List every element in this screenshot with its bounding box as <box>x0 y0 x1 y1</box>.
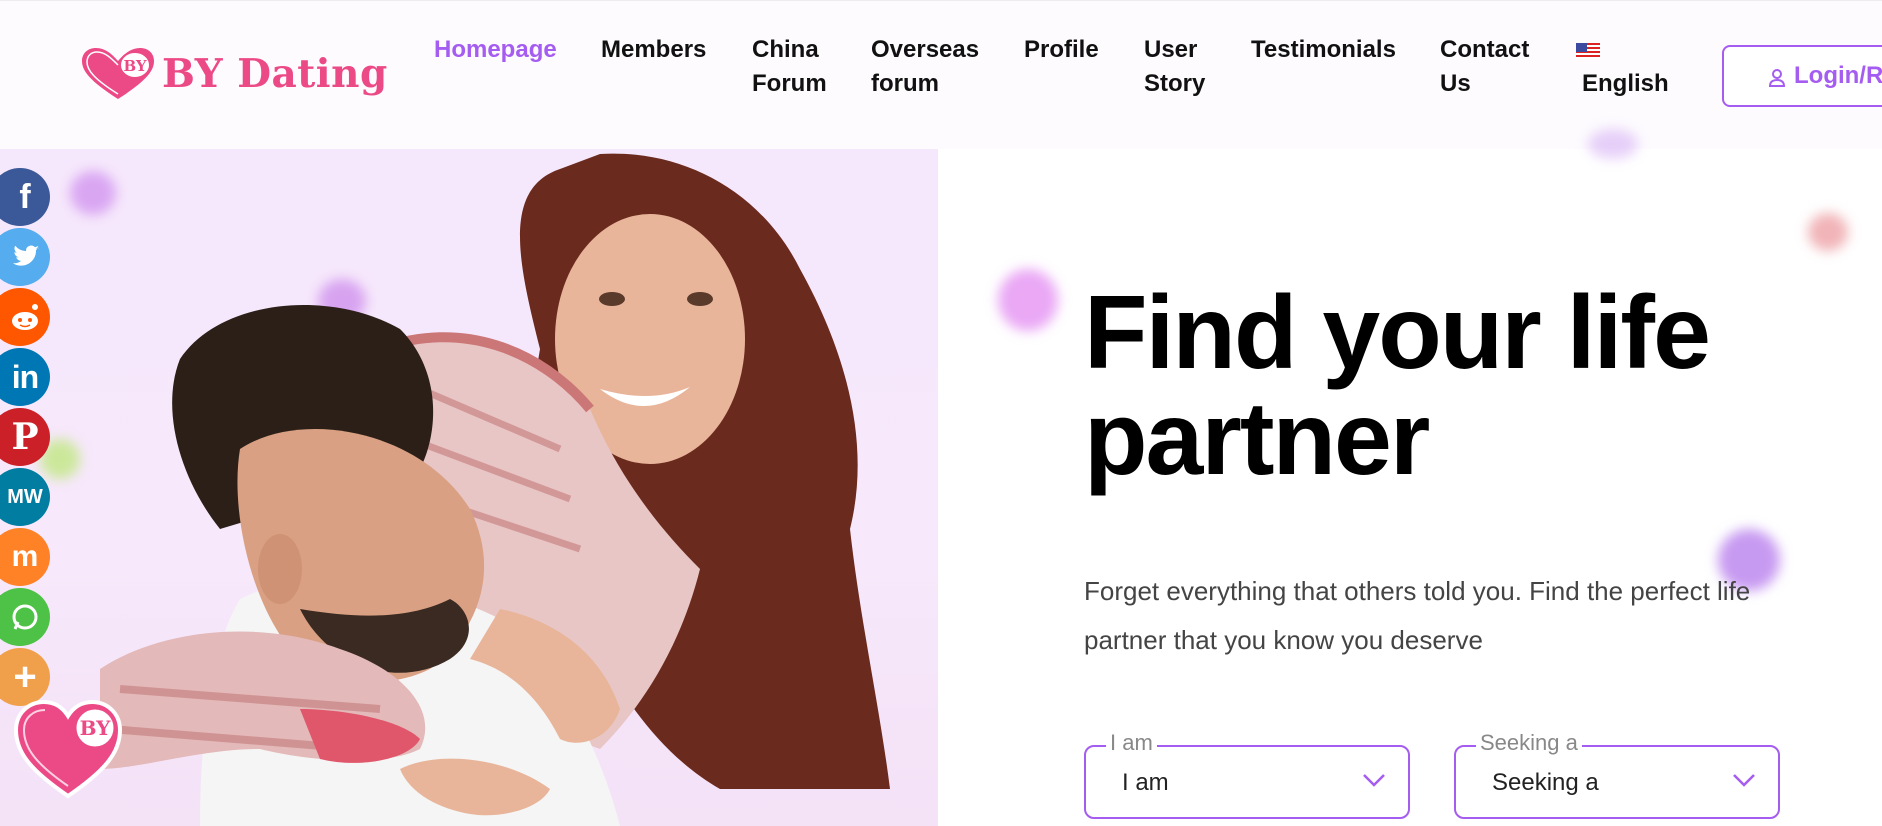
hero-title-part1: Find your <box>1084 275 1567 391</box>
chevron-down-icon <box>1363 774 1385 787</box>
user-icon <box>1768 69 1786 87</box>
nav-testimonials[interactable]: Testimonials <box>1251 33 1396 67</box>
couple-photo <box>100 153 890 826</box>
i-am-select[interactable]: I am I am <box>1084 729 1410 819</box>
logo-badge-text: BY <box>123 57 146 75</box>
hero-subtitle: Forget everything that others told you. … <box>1084 576 1751 655</box>
whatsapp-icon <box>12 604 38 630</box>
site-header: BY BY Dating Homepage Members China Foru… <box>0 0 1882 149</box>
nav-members[interactable]: Members <box>601 33 706 67</box>
login-register-button[interactable]: Login/Register <box>1722 45 1882 107</box>
mewe-icon: MW <box>7 485 43 508</box>
nav-china-forum[interactable]: China Forum <box>752 33 827 101</box>
floating-heart-logo-icon[interactable]: BY <box>12 690 124 802</box>
site-logo[interactable]: BY BY Dating <box>80 47 388 101</box>
nav-user-story[interactable]: User Story <box>1144 33 1205 101</box>
floating-logo-badge-text: BY <box>80 716 112 740</box>
linkedin-icon: in <box>11 358 39 395</box>
seeking-select[interactable]: Seeking a Seeking a <box>1454 729 1780 819</box>
i-am-legend: I am <box>1106 729 1157 757</box>
nav-homepage[interactable]: Homepage <box>434 33 557 67</box>
nav-profile[interactable]: Profile <box>1024 33 1099 67</box>
logo-text: BY Dating <box>162 50 388 97</box>
nav-overseas-forum[interactable]: Overseas forum <box>871 33 979 101</box>
i-am-value: I am <box>1122 769 1169 796</box>
seeking-legend: Seeking a <box>1476 729 1582 757</box>
hero-image: f in P MW m + <box>0 149 938 826</box>
chevron-down-icon <box>1733 774 1755 787</box>
hero-title-part2: partner <box>1084 381 1430 497</box>
mix-icon: m <box>11 540 39 573</box>
us-flag-icon[interactable] <box>1576 43 1600 59</box>
facebook-icon: f <box>19 177 31 216</box>
reddit-icon <box>12 304 38 330</box>
language-selector[interactable]: English <box>1582 67 1669 101</box>
nav-contact-us[interactable]: Contact Us <box>1440 33 1529 101</box>
heart-logo-icon: BY <box>82 48 154 99</box>
hero-title: Find your life partner <box>1084 280 1804 492</box>
twitter-icon <box>13 245 39 266</box>
hero-title-highlight: life <box>1566 275 1711 391</box>
seeking-value: Seeking a <box>1492 769 1599 796</box>
pinterest-icon: P <box>11 416 39 458</box>
login-register-label: Login/Register <box>1794 62 1882 89</box>
